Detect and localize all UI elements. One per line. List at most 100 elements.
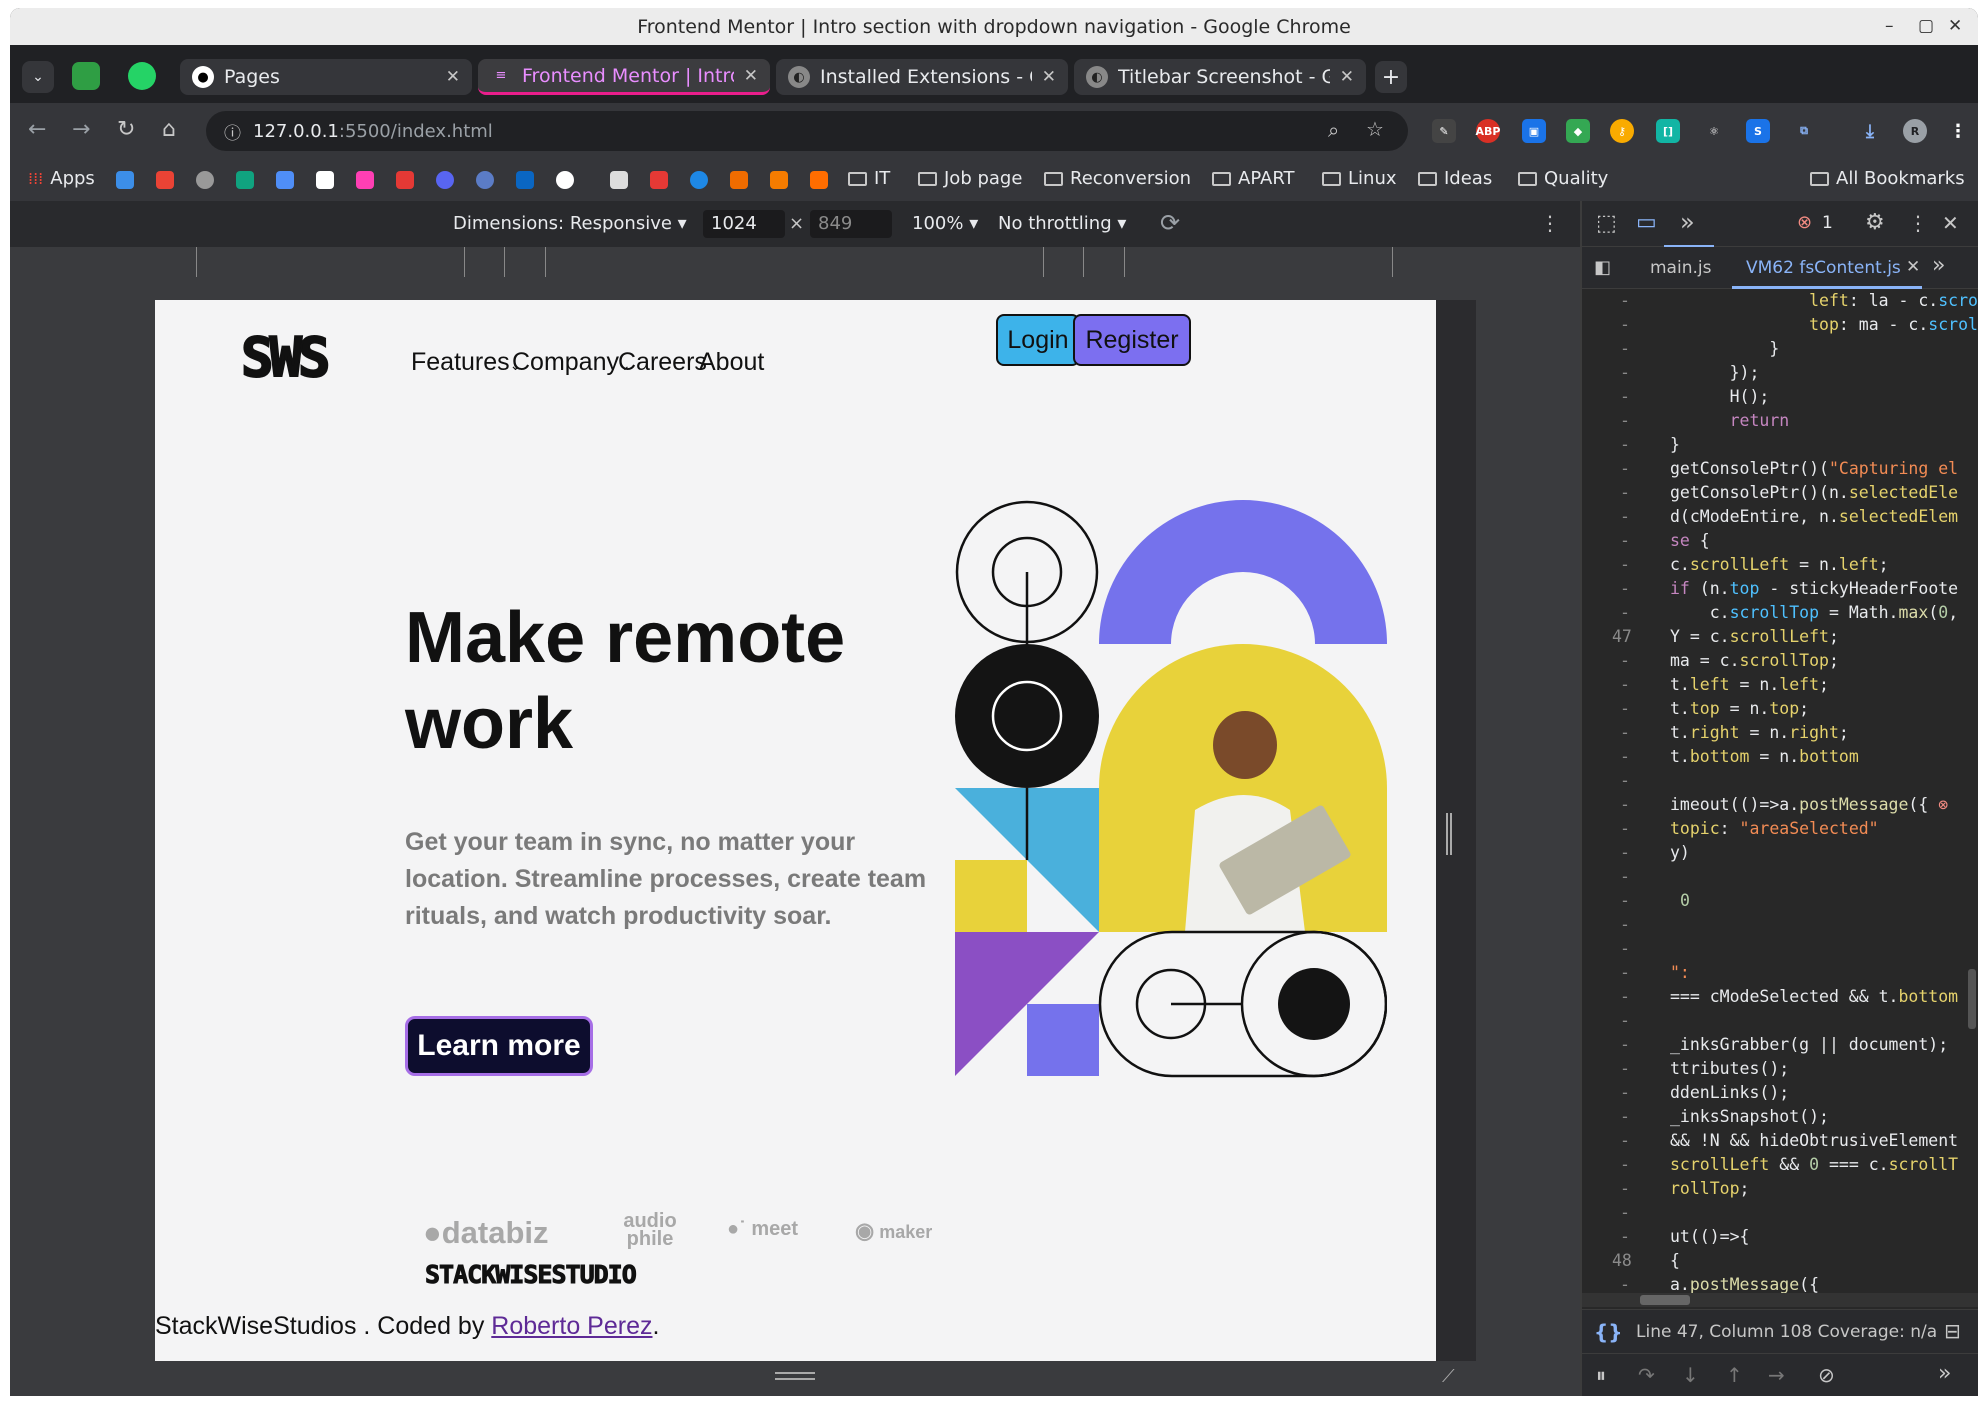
dimensions-select[interactable]: Dimensions: Responsive ▾: [453, 213, 687, 234]
settings-gear-icon[interactable]: ⚙: [1865, 210, 1885, 235]
learn-more-button[interactable]: Learn more: [405, 1016, 593, 1076]
pause-icon[interactable]: ⏸: [1596, 1363, 1606, 1387]
bookmark-c-icon[interactable]: [690, 171, 708, 189]
tab-installed-extensions[interactable]: ◐ Installed Extensions - GN ✕: [776, 59, 1068, 95]
step-icon[interactable]: →: [1768, 1363, 1785, 1387]
bookmark-favicon-chart-icon[interactable]: [116, 171, 134, 189]
nav-about[interactable]: About: [699, 348, 764, 377]
show-drawer-icon[interactable]: ⊟: [1944, 1319, 1961, 1343]
color-picker-extension-icon[interactable]: ✎: [1432, 119, 1456, 143]
home-icon[interactable]: ⌂: [162, 117, 176, 142]
more-panels-icon[interactable]: »: [1680, 208, 1695, 236]
rotate-icon[interactable]: ⟳: [1160, 209, 1180, 237]
bracket-extension-icon[interactable]: []: [1656, 119, 1680, 143]
bookmark-folder-quality[interactable]: Quality: [1518, 168, 1608, 189]
horizontal-scrollbar[interactable]: [1582, 1293, 1978, 1307]
adblock-plus-extension-icon[interactable]: ABP: [1476, 119, 1500, 143]
back-arrow-icon[interactable]: ←: [28, 117, 46, 142]
close-tab-icon[interactable]: ✕: [744, 66, 758, 86]
source-code-editor[interactable]: - left: la - c.scro - top: ma - c.scrol …: [1582, 289, 1978, 1293]
bookmark-orange-square-icon[interactable]: [810, 171, 828, 189]
throttling-select[interactable]: No throttling ▾: [998, 213, 1126, 234]
tab-main-js[interactable]: main.js: [1650, 258, 1711, 278]
pinned-tab-sheets-icon[interactable]: [72, 62, 100, 90]
bookmark-red-icon[interactable]: [650, 171, 668, 189]
bookmark-folder-linux[interactable]: Linux: [1322, 168, 1397, 189]
nav-company[interactable]: Company⌄: [512, 348, 631, 377]
pretty-print-icon[interactable]: {}: [1594, 1320, 1622, 1344]
bookmark-gmail-icon[interactable]: [156, 171, 174, 189]
bookmark-folder-job-page[interactable]: Job page: [918, 168, 1022, 189]
tab-search-chevron-icon[interactable]: ⌄: [22, 61, 54, 93]
new-tab-plus-icon[interactable]: +: [1375, 61, 1407, 93]
page-scrollbar[interactable]: [1436, 300, 1476, 1361]
error-count[interactable]: 1: [1822, 213, 1833, 233]
media-query-ruler[interactable]: [10, 247, 1580, 277]
devtools-menu-icon[interactable]: ⋮: [1908, 211, 1928, 235]
height-input[interactable]: 849: [810, 210, 892, 238]
device-toolbar-more-icon[interactable]: ⋮: [1540, 211, 1560, 235]
toggle-navigator-icon[interactable]: ◧: [1594, 257, 1611, 278]
green-extension-icon[interactable]: ◆: [1566, 119, 1590, 143]
zoom-select[interactable]: 100% ▾: [912, 213, 978, 234]
bookmark-star-icon[interactable]: ☆: [1366, 117, 1384, 141]
login-button[interactable]: Login: [996, 314, 1080, 366]
nav-features[interactable]: Features⌄: [411, 348, 521, 377]
sws-logo[interactable]: SWS: [241, 326, 351, 384]
forward-arrow-icon[interactable]: →: [72, 117, 90, 142]
site-info-icon[interactable]: ⓘ: [224, 119, 241, 144]
bookmark-w-icon[interactable]: [356, 171, 374, 189]
maximize-button[interactable]: ▢: [1918, 16, 1934, 36]
screenshot-extension-icon[interactable]: ▣: [1522, 119, 1546, 143]
resize-handle-bottom[interactable]: [775, 1372, 815, 1380]
close-tab-icon[interactable]: ✕: [1340, 67, 1354, 87]
chrome-menu-icon[interactable]: ⋮: [1946, 119, 1970, 143]
bookmark-globe-icon[interactable]: [476, 171, 494, 189]
deactivate-breakpoints-icon[interactable]: ⊘: [1818, 1363, 1835, 1387]
address-bar[interactable]: ⓘ 127.0.0.1:5500/index.html ⌕ ☆: [206, 111, 1408, 151]
bookmark-apps[interactable]: ⁞⁞⁞ Apps: [28, 168, 95, 189]
tab-titlebar-screenshot[interactable]: ◐ Titlebar Screenshot - GN ✕: [1074, 59, 1366, 95]
bookmark-folder-reconversion[interactable]: Reconversion: [1044, 168, 1191, 189]
step-out-icon[interactable]: ↑: [1726, 1363, 1743, 1387]
footer-author-link[interactable]: Roberto Perez: [491, 1312, 652, 1340]
reload-icon[interactable]: ↻: [117, 117, 135, 142]
s-extension-icon[interactable]: S: [1746, 119, 1770, 143]
width-input[interactable]: 1024: [703, 210, 785, 238]
bookmark-chatgpt-icon[interactable]: [236, 171, 254, 189]
bookmark-folder-it[interactable]: IT: [848, 168, 890, 189]
minimize-button[interactable]: –: [1885, 16, 1894, 36]
step-over-icon[interactable]: ↷: [1638, 1363, 1655, 1387]
resize-handle-right[interactable]: [1446, 813, 1452, 855]
tab-frontend-mentor[interactable]: ≡ Frontend Mentor | Intro s ✕: [478, 59, 770, 95]
inspect-element-icon[interactable]: ⬚: [1596, 211, 1617, 236]
downloads-icon[interactable]: ⤓: [1858, 119, 1882, 143]
close-tab-icon[interactable]: ✕: [1042, 67, 1056, 87]
tab-fscontent-js[interactable]: VM62 fsContent.js: [1746, 258, 1901, 278]
close-window-button[interactable]: ✕: [1948, 16, 1962, 36]
bookmark-page-icon[interactable]: [610, 171, 628, 189]
nav-careers[interactable]: Careers: [618, 348, 707, 377]
bookmark-puzzle-icon[interactable]: [316, 171, 334, 189]
zoom-magnifier-icon[interactable]: ⌕: [1328, 118, 1339, 142]
bookmark-discord-icon[interactable]: [436, 171, 454, 189]
register-button[interactable]: Register: [1073, 314, 1191, 366]
bookmark-squares-icon[interactable]: [770, 171, 788, 189]
bookmark-linkedin-icon[interactable]: [516, 171, 534, 189]
pinned-tab-whatsapp-icon[interactable]: [128, 62, 156, 90]
device-mode-icon[interactable]: ▭: [1636, 210, 1657, 235]
close-devtools-icon[interactable]: ✕: [1942, 211, 1959, 235]
close-tab-icon[interactable]: ✕: [446, 67, 460, 87]
more-tabs-icon[interactable]: »: [1932, 253, 1945, 278]
react-devtools-icon[interactable]: ⚛: [1702, 119, 1726, 143]
bookmark-orange-icon[interactable]: [730, 171, 748, 189]
key-extension-icon[interactable]: ⚷: [1610, 119, 1634, 143]
code-scroll-thumb[interactable]: [1968, 969, 1976, 1029]
bookmark-folder-ideas[interactable]: Ideas: [1418, 168, 1492, 189]
error-icon[interactable]: ⊗: [1797, 212, 1812, 233]
more-controls-icon[interactable]: »: [1938, 1361, 1951, 1386]
extensions-puzzle-icon[interactable]: ⧉: [1792, 119, 1816, 143]
profile-avatar[interactable]: R: [1903, 119, 1927, 143]
bookmark-openai-icon[interactable]: [196, 171, 214, 189]
bookmark-github-icon[interactable]: [556, 171, 574, 189]
